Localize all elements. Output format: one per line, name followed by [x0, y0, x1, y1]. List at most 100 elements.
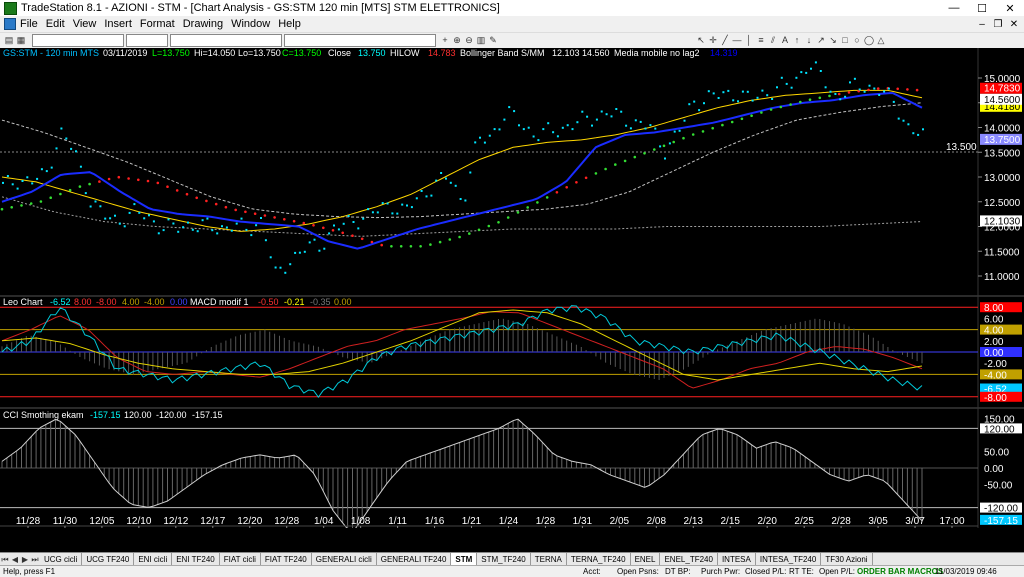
status-dt-bp: DT BP:	[665, 567, 691, 576]
fibonacci-icon[interactable]: ≡	[756, 35, 766, 45]
mdi-restore-button[interactable]: ❐	[990, 16, 1006, 32]
macd-value-3: -0.35	[310, 297, 331, 307]
symbol-combo[interactable]	[32, 34, 124, 47]
tab-next-icon[interactable]: ▶	[20, 555, 30, 564]
chart-window-icon[interactable]	[4, 18, 16, 30]
price-bar	[595, 118, 598, 121]
price-bar	[79, 165, 82, 168]
menu-file[interactable]: File	[20, 18, 38, 30]
price-bar	[50, 166, 53, 169]
price-bar	[55, 147, 58, 150]
sell-arrow-icon[interactable]: ↘	[828, 35, 838, 45]
hilow-dot	[711, 126, 714, 130]
triangle-tool-icon[interactable]: △	[876, 35, 886, 45]
menu-insert[interactable]: Insert	[104, 18, 132, 30]
hilow-dot	[623, 159, 627, 163]
price-bar	[795, 76, 798, 79]
hilow-dot	[876, 87, 880, 90]
text-tool-icon[interactable]: A	[780, 35, 790, 45]
order-bar-macros[interactable]: ORDER BAR MACROS	[857, 567, 943, 576]
price-bar	[849, 81, 851, 84]
leo-tick-label: -2.00	[984, 359, 1007, 370]
ellipse-tool-icon[interactable]: ○	[852, 35, 862, 45]
cci-axis: 150.00120.0050.000.00-50.00-120.00-157.1…	[980, 415, 1022, 527]
maximize-button[interactable]: ☐	[968, 0, 996, 16]
horizontal-line-icon[interactable]: ―	[732, 35, 742, 45]
price-bar	[493, 128, 496, 131]
price-bar	[118, 222, 121, 225]
tools-icon[interactable]: ✎	[488, 35, 498, 45]
grid-icon[interactable]: ▥	[476, 35, 486, 45]
interval-combo[interactable]	[126, 34, 168, 47]
price-marker-label: 12.1030	[984, 216, 1021, 227]
rectangle-tool-icon[interactable]: □	[840, 35, 850, 45]
price-bar	[352, 221, 355, 223]
time-tick-label: 2/05	[610, 516, 630, 527]
price-bar	[717, 97, 720, 99]
vertical-line-icon[interactable]: │	[744, 35, 754, 45]
hilow-dot	[185, 192, 189, 196]
zoom-out-icon[interactable]: ⊖	[464, 35, 474, 45]
crosshair-tool-icon[interactable]: ✛	[708, 35, 718, 45]
leo-series-group	[0, 305, 978, 399]
price-bar	[245, 228, 248, 231]
hilow-dot	[750, 114, 753, 117]
price-bar	[858, 88, 861, 91]
hilow-dot	[818, 96, 822, 100]
time-tick-label: 12/28	[274, 516, 299, 527]
time-tick-label: 11/30	[53, 516, 78, 527]
price-bar	[912, 132, 915, 135]
workspace-combo[interactable]	[170, 34, 282, 47]
close-name: Close	[328, 48, 351, 58]
channel-icon[interactable]: ⫽	[768, 35, 778, 45]
price-bar	[250, 234, 253, 237]
arrow-down-icon[interactable]: ↓	[804, 35, 814, 45]
price-bar	[737, 100, 739, 103]
price-bar	[376, 211, 379, 214]
price-bar	[318, 249, 321, 252]
price-bar	[11, 183, 14, 186]
hilow-dot	[380, 243, 384, 247]
hilow-dot	[837, 92, 841, 96]
chart-analysis-window[interactable]: GS:STM - 120 min MTS 03/11/2019 L=13.750…	[0, 48, 1024, 534]
hilow-dot	[234, 208, 237, 212]
circle-tool-icon[interactable]: ◯	[864, 35, 874, 45]
menu-help[interactable]: Help	[278, 18, 301, 30]
mdi-close-button[interactable]: ✕	[1006, 16, 1022, 32]
price-bar	[16, 187, 19, 190]
price-bar	[600, 110, 603, 113]
zoom-in-icon[interactable]: ⊕	[452, 35, 462, 45]
hilow-dot	[312, 224, 315, 227]
buy-arrow-icon[interactable]: ↗	[816, 35, 826, 45]
menu-format[interactable]: Format	[140, 18, 175, 30]
arrow-tool-icon[interactable]: ↖	[696, 35, 706, 45]
chart-svg[interactable]: GS:STM - 120 min MTS 03/11/2019 L=13.750…	[0, 48, 1024, 534]
price-bar	[790, 86, 793, 89]
hilow-dot	[477, 228, 481, 232]
menu-view[interactable]: View	[73, 18, 97, 30]
price-bar	[396, 212, 399, 215]
price-bar	[629, 127, 632, 130]
open-icon[interactable]: ▦	[16, 35, 26, 45]
strategy-combo[interactable]	[284, 34, 436, 47]
leo-panel-header: Leo Chart -6.52 8.00 -8.00 4.00 -4.00 0.…	[3, 297, 352, 307]
hilow-dot	[195, 196, 198, 200]
tab-prev-icon[interactable]: ◀	[10, 555, 20, 564]
price-bar	[201, 219, 204, 222]
close-button[interactable]: ✕	[996, 0, 1024, 16]
trendline-tool-icon[interactable]: ╱	[720, 35, 730, 45]
price-bar	[532, 135, 535, 138]
new-icon[interactable]: ▤	[4, 35, 14, 45]
mdi-minimize-button[interactable]: –	[974, 16, 990, 32]
tab-last-icon[interactable]: ⏭	[30, 555, 40, 565]
price-bar	[761, 89, 764, 92]
insert-icon[interactable]: +	[440, 35, 450, 45]
time-tick-label: 1/16	[425, 516, 445, 527]
hilow-dot	[399, 245, 403, 248]
menu-drawing[interactable]: Drawing	[183, 18, 223, 30]
menu-edit[interactable]: Edit	[46, 18, 65, 30]
minimize-button[interactable]: —	[940, 0, 968, 16]
tab-first-icon[interactable]: ⏮	[0, 555, 10, 565]
menu-window[interactable]: Window	[231, 18, 270, 30]
arrow-up-icon[interactable]: ↑	[792, 35, 802, 45]
